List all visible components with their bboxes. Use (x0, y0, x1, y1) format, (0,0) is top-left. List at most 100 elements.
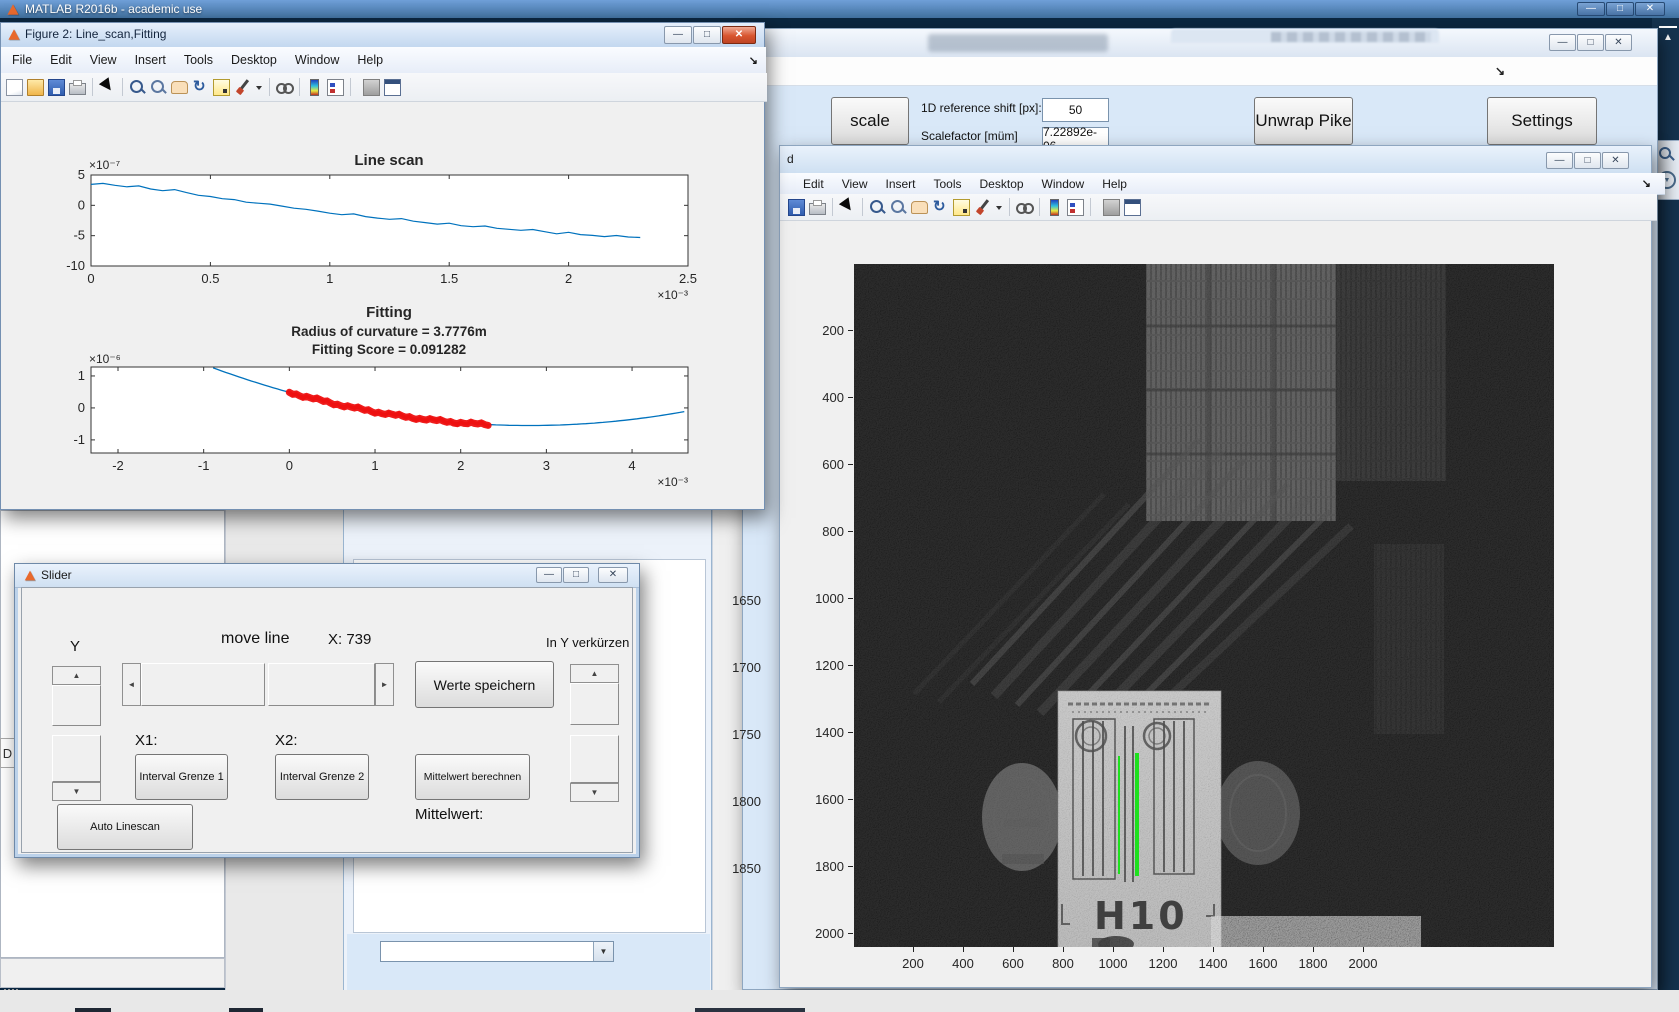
figure-d-maximize-button[interactable]: □ (1574, 152, 1601, 169)
y-slider-up-button[interactable]: ▲ (52, 666, 101, 685)
slider-right-button[interactable]: ► (375, 663, 394, 706)
x-tick-label: 600 (1002, 956, 1024, 971)
gui-maximize-button[interactable]: □ (1577, 34, 1604, 51)
scale-button[interactable]: scale (831, 97, 909, 145)
hidden-axis-tick-label: 1800 (732, 794, 761, 809)
interval2-button[interactable]: Interval Grenze 2 (275, 754, 369, 800)
link-icon[interactable] (276, 79, 294, 96)
menu-item-help[interactable]: Help (1093, 174, 1136, 194)
save-values-button[interactable]: Werte speichern (415, 661, 554, 708)
zoomout-icon[interactable] (150, 79, 167, 96)
hand-icon[interactable] (911, 201, 928, 214)
graysq-icon[interactable] (1103, 198, 1120, 216)
auto-linescan-button[interactable]: Auto Linescan (57, 804, 193, 850)
shorten-down-button[interactable]: ▼ (570, 783, 619, 802)
caret-icon[interactable] (995, 199, 1003, 216)
x-tick (1162, 947, 1164, 952)
menu-item-tools[interactable]: Tools (925, 174, 971, 194)
print-icon[interactable] (809, 199, 826, 215)
matlab-minimize-button[interactable]: — (1577, 2, 1605, 16)
menu-item-window[interactable]: Window (286, 50, 348, 70)
rotate-icon[interactable] (192, 77, 209, 96)
gui-minimize-button[interactable]: — (1549, 34, 1576, 51)
gui-titlebar[interactable] (743, 29, 1657, 58)
gap-strip (712, 505, 743, 995)
cursor-icon[interactable] (99, 79, 116, 96)
menubar-overflow-icon[interactable]: ↘ (749, 54, 758, 67)
menu-item-edit[interactable]: Edit (41, 50, 81, 70)
settings-button[interactable]: Settings (1487, 97, 1597, 145)
mean-button[interactable]: Mittelwert berechnen (415, 754, 530, 800)
window-icon[interactable] (1124, 198, 1141, 216)
y-slider-down-button[interactable]: ▼ (52, 782, 101, 801)
svg-text:×10⁻³: ×10⁻³ (657, 288, 688, 302)
shorten-up-button[interactable]: ▲ (570, 664, 619, 683)
undock-icon[interactable]: ↘ (1495, 64, 1505, 78)
unwrap-pike-button[interactable]: Unwrap Pike (1254, 97, 1353, 145)
matlab-maximize-button[interactable]: □ (1606, 2, 1634, 16)
menu-item-insert[interactable]: Insert (876, 174, 924, 194)
save-icon[interactable] (48, 78, 65, 96)
colorbar-icon[interactable] (1050, 198, 1059, 216)
collapse-panel-icon[interactable]: ▲ (1659, 26, 1677, 46)
figure2-minimize-button[interactable]: — (664, 26, 692, 44)
rotate-icon[interactable] (932, 197, 949, 216)
zoomin-icon[interactable] (869, 199, 886, 216)
slider-maximize-button[interactable]: □ (563, 567, 589, 583)
y-tick-label: 200 (822, 322, 844, 338)
figure-d-close-button[interactable]: ✕ (1602, 152, 1629, 169)
figure-d-titlebar[interactable]: d (780, 146, 1651, 174)
figure2-maximize-button[interactable]: □ (693, 26, 721, 44)
menu-item-desktop[interactable]: Desktop (971, 174, 1033, 194)
datatip-icon[interactable] (953, 198, 970, 216)
search-icon[interactable] (1657, 145, 1677, 165)
linescan-marker-line[interactable] (1118, 756, 1120, 874)
side-tab[interactable]: D (0, 738, 15, 768)
cursor-icon[interactable] (839, 199, 856, 216)
print-icon[interactable] (69, 79, 86, 95)
slider-left-button[interactable]: ◄ (122, 663, 141, 706)
menu-item-desktop[interactable]: Desktop (222, 50, 286, 70)
menu-item-tools[interactable]: Tools (175, 50, 222, 70)
window-icon[interactable] (384, 78, 401, 96)
hidden-axis-tick-label: 1700 (732, 660, 761, 675)
menu-item-view[interactable]: View (81, 50, 126, 70)
menu-item-window[interactable]: Window (1033, 174, 1094, 194)
figure2-titlebar[interactable]: Figure 2: Line_scan,Fitting (1, 23, 764, 48)
linescan-marker-line[interactable] (1135, 753, 1139, 876)
zoomin-icon[interactable] (129, 79, 146, 96)
gui-close-button[interactable]: ✕ (1605, 34, 1632, 51)
datatip-icon[interactable] (213, 78, 230, 96)
figure-d-title: d (787, 152, 794, 166)
folder-icon[interactable] (27, 78, 44, 96)
x-tick-label: 2000 (1348, 956, 1378, 971)
zoomout-icon[interactable] (890, 199, 907, 216)
matlab-close-button[interactable]: ✕ (1635, 2, 1665, 16)
background-combobox[interactable]: ▼ (380, 941, 614, 962)
colorbar-icon[interactable] (310, 78, 319, 96)
brush-icon[interactable] (974, 199, 991, 216)
caret-icon[interactable] (255, 79, 263, 96)
menu-item-edit[interactable]: Edit (794, 174, 833, 194)
legend-icon[interactable] (327, 78, 344, 96)
slider-minimize-button[interactable]: — (536, 567, 562, 583)
legend-icon[interactable] (1067, 198, 1084, 216)
figure2-close-button[interactable]: ✕ (722, 26, 756, 44)
hidden-axis-tick-label: 1650 (732, 593, 761, 608)
ref-shift-field[interactable]: 50 (1042, 98, 1109, 122)
interval1-button[interactable]: Interval Grenze 1 (135, 754, 228, 800)
link-icon[interactable] (1016, 199, 1034, 216)
menu-item-help[interactable]: Help (348, 50, 392, 70)
menu-item-view[interactable]: View (833, 174, 877, 194)
menu-item-insert[interactable]: Insert (126, 50, 175, 70)
brush-icon[interactable] (234, 79, 251, 96)
page-icon[interactable] (6, 78, 23, 96)
save-icon[interactable] (788, 198, 805, 216)
slider-close-button[interactable]: ✕ (598, 567, 628, 583)
combobox-button[interactable]: ▼ (593, 942, 613, 961)
menu-item-file[interactable]: File (3, 50, 41, 70)
hand-icon[interactable] (171, 81, 188, 94)
graysq-icon[interactable] (363, 78, 380, 96)
undock-icon[interactable]: ↘ (1642, 177, 1651, 190)
figure-d-minimize-button[interactable]: — (1546, 152, 1573, 169)
